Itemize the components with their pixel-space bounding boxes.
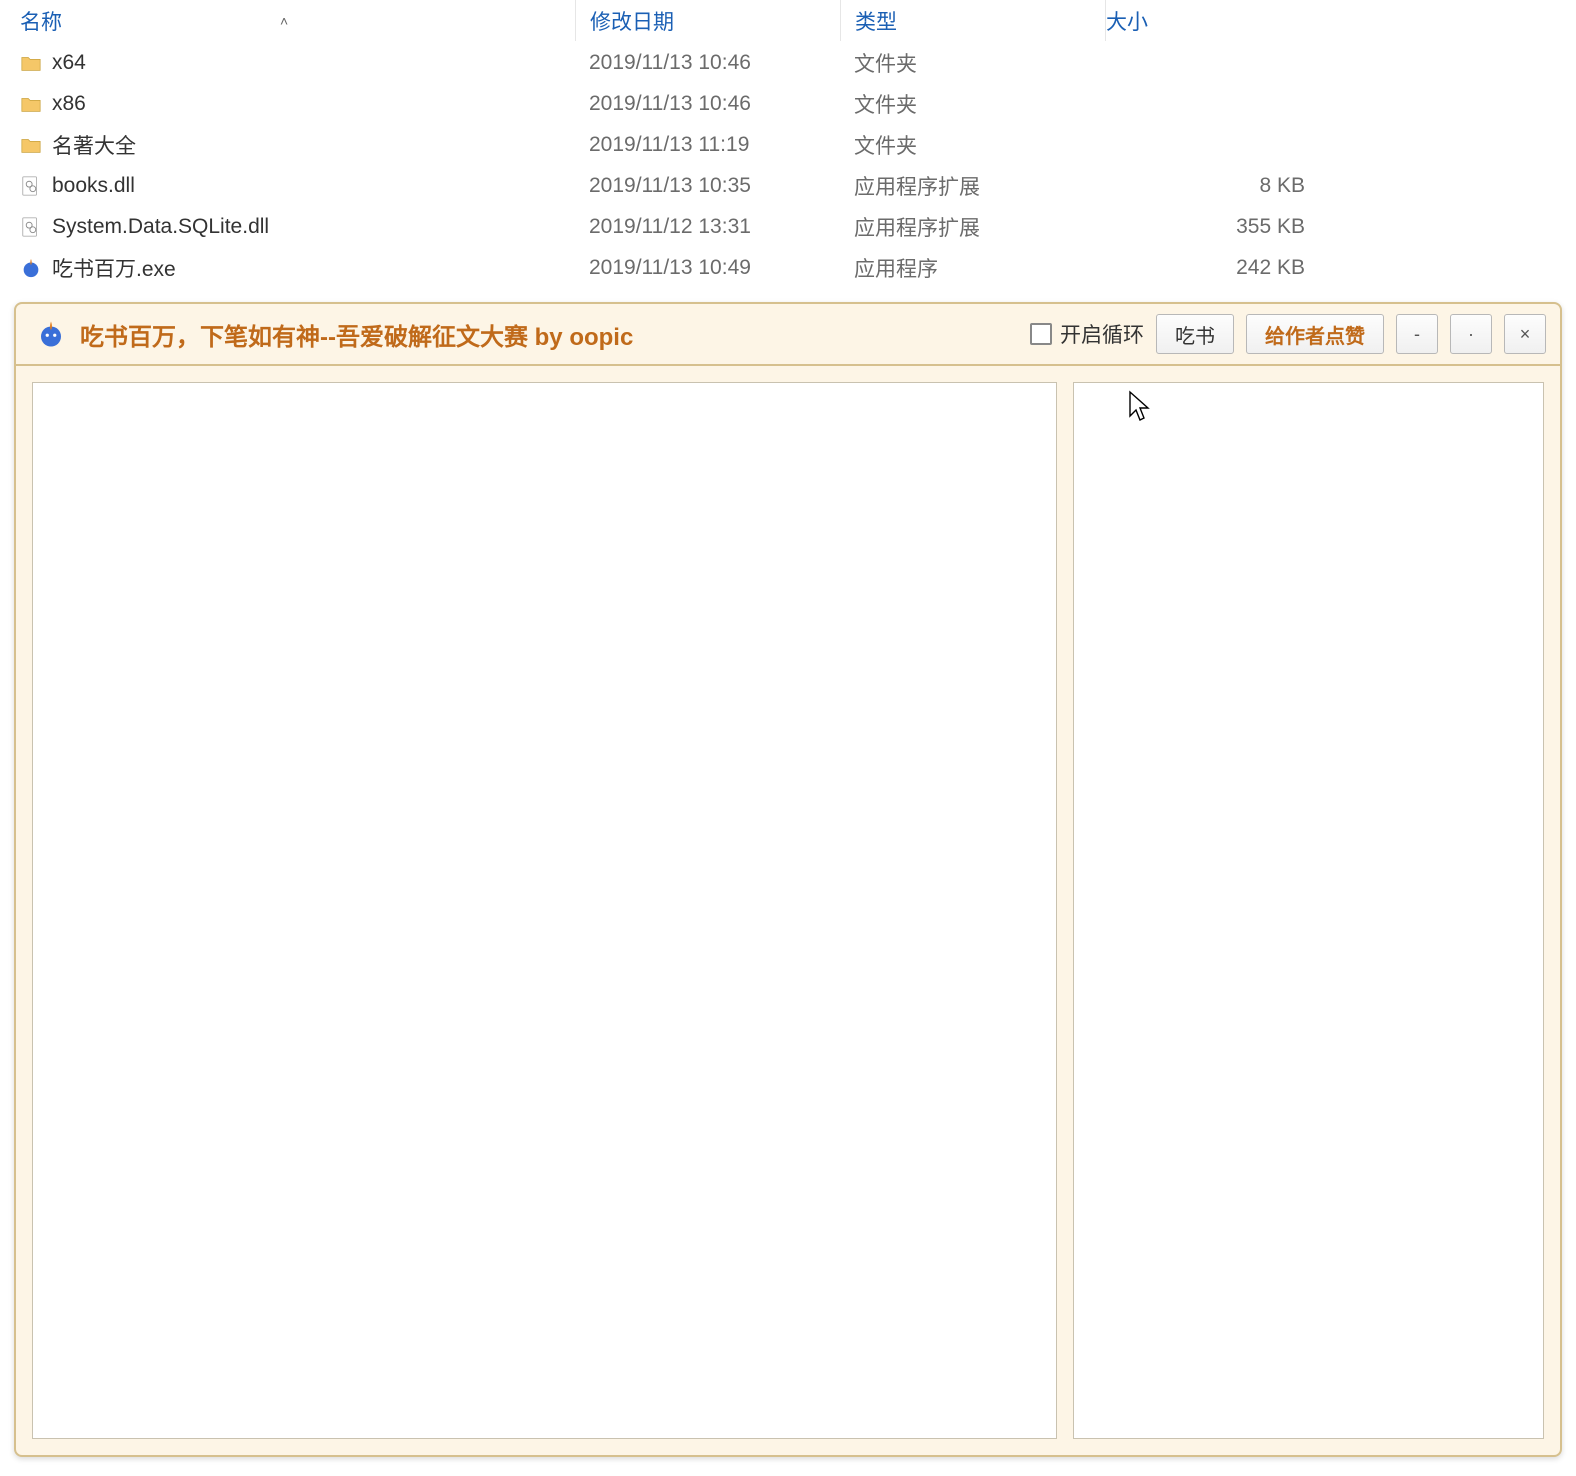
right-panel[interactable] [1073, 382, 1544, 1439]
explorer-rows: x64 2019/11/13 10:46 文件夹 x86 2019/11/13 10:4… [0, 42, 1576, 288]
file-row[interactable]: 吃书百万.exe 2019/11/13 10:49 应用程序 242 KB [0, 247, 1576, 288]
file-row[interactable]: x86 2019/11/13 10:46 文件夹 [0, 83, 1576, 124]
folder-icon [20, 52, 42, 74]
folder-icon [20, 93, 42, 115]
file-explorer: 名称 ˄ 修改日期 类型 大小 x642019/11/13 10:46文件夹x8… [0, 0, 1576, 288]
column-header-name[interactable]: 名称 ˄ [0, 0, 575, 41]
column-header-date-label: 修改日期 [590, 6, 674, 36]
praise-author-button-label: 给作者点赞 [1265, 320, 1365, 349]
file-date: 2019/11/13 11:19 [589, 133, 749, 156]
checkbox-box-icon [1030, 323, 1052, 345]
exe-icon [20, 257, 42, 279]
dll-icon [20, 175, 42, 197]
file-date: 2019/11/13 10:35 [589, 174, 751, 197]
file-type: 文件夹 [854, 135, 917, 158]
file-name: books.dll [52, 174, 135, 198]
maximize-button[interactable]: · [1450, 314, 1492, 354]
file-date: 2019/11/13 10:46 [589, 92, 751, 115]
left-panel[interactable] [32, 382, 1057, 1439]
file-name: 吃书百万.exe [52, 253, 176, 283]
file-date: 2019/11/13 10:49 [589, 256, 751, 279]
file-row[interactable]: books.dll 2019/11/13 10:35 应用程序扩展 8 KB [0, 165, 1576, 206]
client-area [16, 366, 1560, 1455]
sort-indicator-icon: ˄ [280, 13, 288, 29]
file-name: x64 [52, 51, 86, 75]
app-icon [36, 319, 66, 349]
eat-button-label: 吃书 [1175, 320, 1215, 349]
eat-button[interactable]: 吃书 [1156, 314, 1234, 354]
loop-checkbox[interactable]: 开启循环 [1030, 319, 1144, 349]
file-name: 名著大全 [52, 130, 136, 160]
file-type: 文件夹 [854, 94, 917, 117]
column-header-name-label: 名称 [20, 6, 62, 36]
minimize-icon: - [1414, 324, 1420, 345]
column-header-size-label: 大小 [1106, 6, 1148, 36]
column-header-type[interactable]: 类型 [840, 0, 1105, 41]
loop-checkbox-label: 开启循环 [1060, 319, 1144, 349]
file-row[interactable]: System.Data.SQLite.dll 2019/11/12 13:31 应用… [0, 206, 1576, 247]
app-title: 吃书百万，下笔如有神--吾爱破解征文大赛 by oopic [80, 317, 1016, 352]
titlebar[interactable]: 吃书百万，下笔如有神--吾爱破解征文大赛 by oopic 开启循环 吃书 给作… [16, 304, 1560, 366]
file-type: 文件夹 [854, 53, 917, 76]
file-date: 2019/11/13 10:46 [589, 51, 751, 74]
close-button[interactable]: × [1504, 314, 1546, 354]
file-type: 应用程序扩展 [854, 176, 980, 199]
file-size: 355 KB [1236, 215, 1305, 238]
app-window: 吃书百万，下笔如有神--吾爱破解征文大赛 by oopic 开启循环 吃书 给作… [14, 302, 1562, 1457]
praise-author-button[interactable]: 给作者点赞 [1246, 314, 1384, 354]
column-header-size[interactable]: 大小 [1105, 0, 1325, 41]
file-type: 应用程序 [854, 258, 938, 281]
maximize-icon: · [1468, 324, 1474, 345]
dll-icon [20, 216, 42, 238]
explorer-header: 名称 ˄ 修改日期 类型 大小 [0, 0, 1576, 42]
file-row[interactable]: 名著大全 2019/11/13 11:19 文件夹 [0, 124, 1576, 165]
folder-icon [20, 134, 42, 156]
titlebar-right: 开启循环 吃书 给作者点赞 - · × [1030, 314, 1546, 354]
file-date: 2019/11/12 13:31 [589, 215, 751, 238]
column-header-type-label: 类型 [855, 6, 897, 36]
file-name: System.Data.SQLite.dll [52, 215, 269, 239]
file-name: x86 [52, 92, 86, 116]
minimize-button[interactable]: - [1396, 314, 1438, 354]
column-header-date[interactable]: 修改日期 [575, 0, 840, 41]
file-type: 应用程序扩展 [854, 217, 980, 240]
file-size: 8 KB [1259, 174, 1305, 197]
file-row[interactable]: x64 2019/11/13 10:46 文件夹 [0, 42, 1576, 83]
file-size: 242 KB [1236, 256, 1305, 279]
close-icon: × [1520, 324, 1531, 345]
